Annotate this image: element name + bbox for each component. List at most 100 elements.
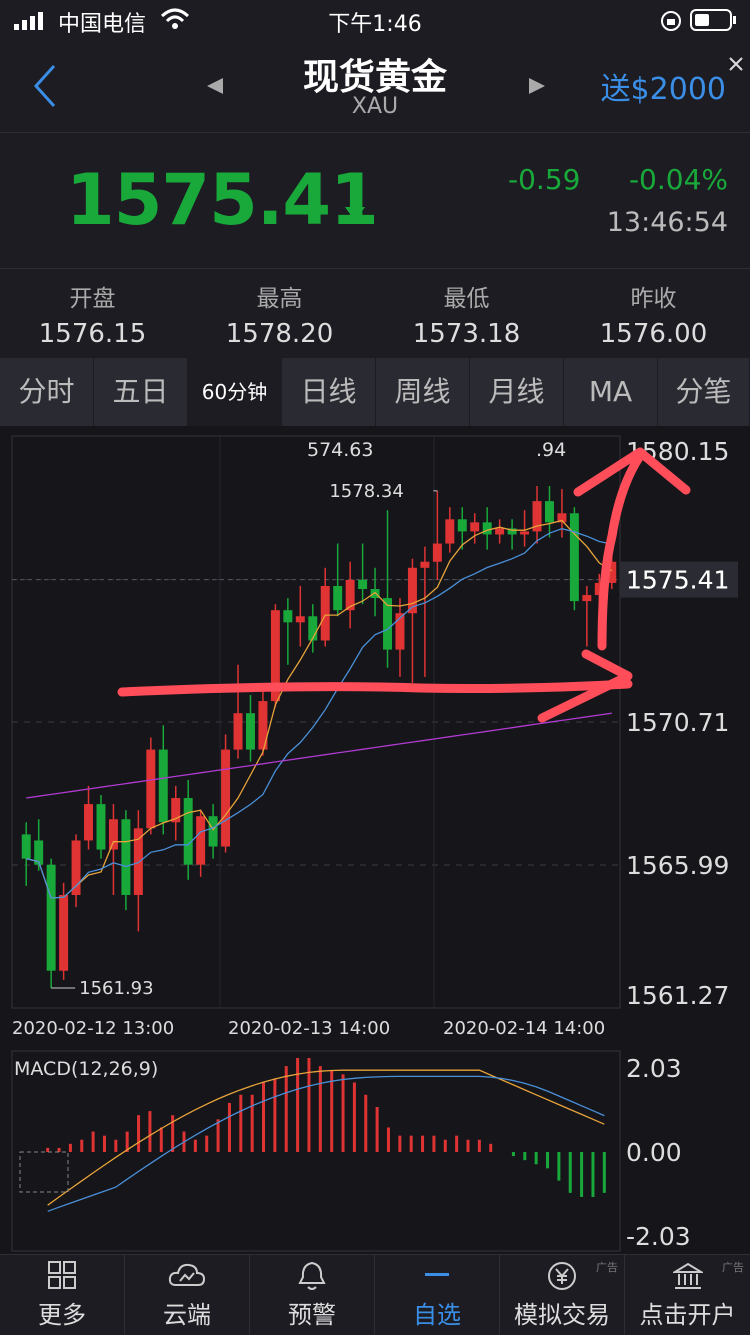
candle-body [457, 519, 467, 532]
ohlc-value: 1576.00 [599, 319, 708, 349]
top-label: .94 [536, 439, 566, 461]
candle-body [108, 819, 118, 850]
candle-body [46, 864, 56, 971]
candle-body [569, 513, 579, 602]
macd-axis-label: 2.03 [626, 1054, 682, 1083]
down-arrow-icon [344, 191, 366, 227]
ad-badge: 广告 [596, 1261, 618, 1274]
macd-axis-label: -2.03 [626, 1222, 691, 1251]
candle-body [245, 713, 255, 750]
candle-body [59, 894, 69, 971]
nav-label: 云端 [163, 1301, 211, 1329]
candle-body [133, 828, 143, 895]
next-instrument-icon[interactable] [527, 76, 547, 100]
quote-time: 13:46:54 [606, 207, 728, 238]
tab-daily[interactable]: 日线 [282, 358, 376, 426]
tab-intraday[interactable]: 分时 [0, 358, 94, 426]
candle-body [295, 616, 305, 623]
ma5-line [26, 519, 613, 899]
promo-link[interactable]: 送$2000 [601, 64, 726, 108]
nav-alert[interactable]: 预警 [250, 1255, 375, 1335]
nav-watchlist[interactable]: 自选 [375, 1255, 500, 1335]
period-tabs: 分时 五日 60分钟 日线 周线 月线 MA 分笔 [0, 358, 750, 426]
bell-icon [250, 1261, 374, 1293]
nav-label: 更多 [38, 1301, 86, 1329]
status-time: 下午1:46 [328, 12, 422, 37]
kline-chart-svg[interactable]: MACD(12,26,9) 2.030.00-2.03 1580.151575.4… [0, 426, 750, 1256]
candle-body [495, 528, 505, 535]
ohlc-value: 1578.20 [225, 319, 334, 349]
tab-ma[interactable]: MA [564, 358, 658, 426]
low-label: 1561.93 [79, 978, 153, 999]
ohlc-label: 最低 [443, 286, 490, 312]
ma-long-line [26, 712, 612, 799]
candle-body [283, 610, 293, 623]
candle-body [96, 804, 106, 850]
candle-body [183, 798, 193, 865]
candle-body [520, 531, 530, 535]
rotation-lock-icon [660, 10, 682, 36]
ohlc-prev-close: 昨收 1576.00 [560, 269, 747, 349]
macd-axis-label: 0.00 [626, 1138, 682, 1167]
close-promo-icon[interactable] [728, 56, 744, 76]
support-arrow-line [117, 679, 633, 697]
price-panel: 1575.41 -0.59 -0.04% 13:46:54 [0, 133, 750, 269]
candle-body [544, 501, 554, 523]
macd-dea-line [47, 1075, 605, 1212]
tab-monthly[interactable]: 月线 [470, 358, 564, 426]
current-price: 1575.41 [66, 159, 379, 241]
candle-body [358, 579, 368, 589]
ohlc-label: 最高 [256, 286, 303, 312]
x-axis-label: 2020-02-13 14:00 [228, 1018, 390, 1039]
cloud-icon [125, 1261, 249, 1293]
candle-body [432, 543, 442, 562]
grid-icon [0, 1261, 124, 1293]
candle-body [233, 713, 243, 750]
ohlc-value: 1573.18 [412, 319, 521, 349]
ohlc-label: 昨收 [630, 286, 677, 312]
candle-body [146, 749, 156, 829]
nav-label: 模拟交易 [514, 1301, 610, 1329]
candle-body [445, 519, 455, 544]
candle-body [420, 561, 430, 568]
tab-60min[interactable]: 60分钟 [188, 358, 282, 426]
candle-body [470, 522, 480, 532]
macd-title: MACD(12,26,9) [14, 1058, 158, 1080]
nav-label: 点击开户 [639, 1301, 736, 1329]
candle-body [333, 585, 343, 611]
y-axis-label: 1561.27 [626, 981, 729, 1010]
status-bar: 中国电信 下午1:46 [0, 0, 750, 40]
kline-chart[interactable]: MACD(12,26,9) 2.03 0.00 -2.03 1580.15 1575.4… [0, 426, 750, 1256]
ad-badge: 广告 [722, 1261, 744, 1274]
candle-body [121, 819, 131, 895]
ohlc-open: 开盘 1576.15 [0, 269, 186, 349]
candle-body [84, 804, 94, 841]
tab-weekly[interactable]: 周线 [376, 358, 470, 426]
price-change-pct: -0.04% [628, 163, 728, 196]
candle-body [208, 816, 218, 847]
nav-label: 预警 [288, 1301, 336, 1329]
ohlc-high: 最高 1578.20 [186, 269, 373, 349]
nav-header: 现货黄金 XAU 送$2000 [0, 40, 750, 133]
candle-body [196, 816, 206, 865]
nav-cloud[interactable]: 云端 [125, 1255, 250, 1335]
top-label: 574.63 [307, 439, 373, 461]
fullscreen-icon [19, 1151, 69, 1193]
battery-icon [690, 8, 738, 36]
candle-body [158, 749, 168, 823]
nav-open-account[interactable]: 点击开户 广告 [625, 1255, 750, 1335]
y-axis-label: 1565.99 [626, 851, 729, 880]
tab-five-day[interactable]: 五日 [94, 358, 188, 426]
y-axis-label: 1570.71 [626, 708, 729, 737]
candle-body [320, 585, 330, 641]
ohlc-panel: 开盘 1576.15 最高 1578.20 最低 1573.18 昨收 1576… [0, 269, 750, 357]
candle-body [582, 595, 592, 602]
nav-label: 自选 [413, 1301, 461, 1329]
dash-icon [375, 1261, 499, 1293]
breakout-arrow-line [597, 451, 645, 651]
x-axis-label: 2020-02-14 14:00 [443, 1018, 605, 1039]
tab-ticks[interactable]: 分笔 [658, 358, 750, 426]
nav-sim-trade[interactable]: 模拟交易 广告 [500, 1255, 625, 1335]
candle-body [21, 834, 31, 859]
nav-more[interactable]: 更多 [0, 1255, 125, 1335]
